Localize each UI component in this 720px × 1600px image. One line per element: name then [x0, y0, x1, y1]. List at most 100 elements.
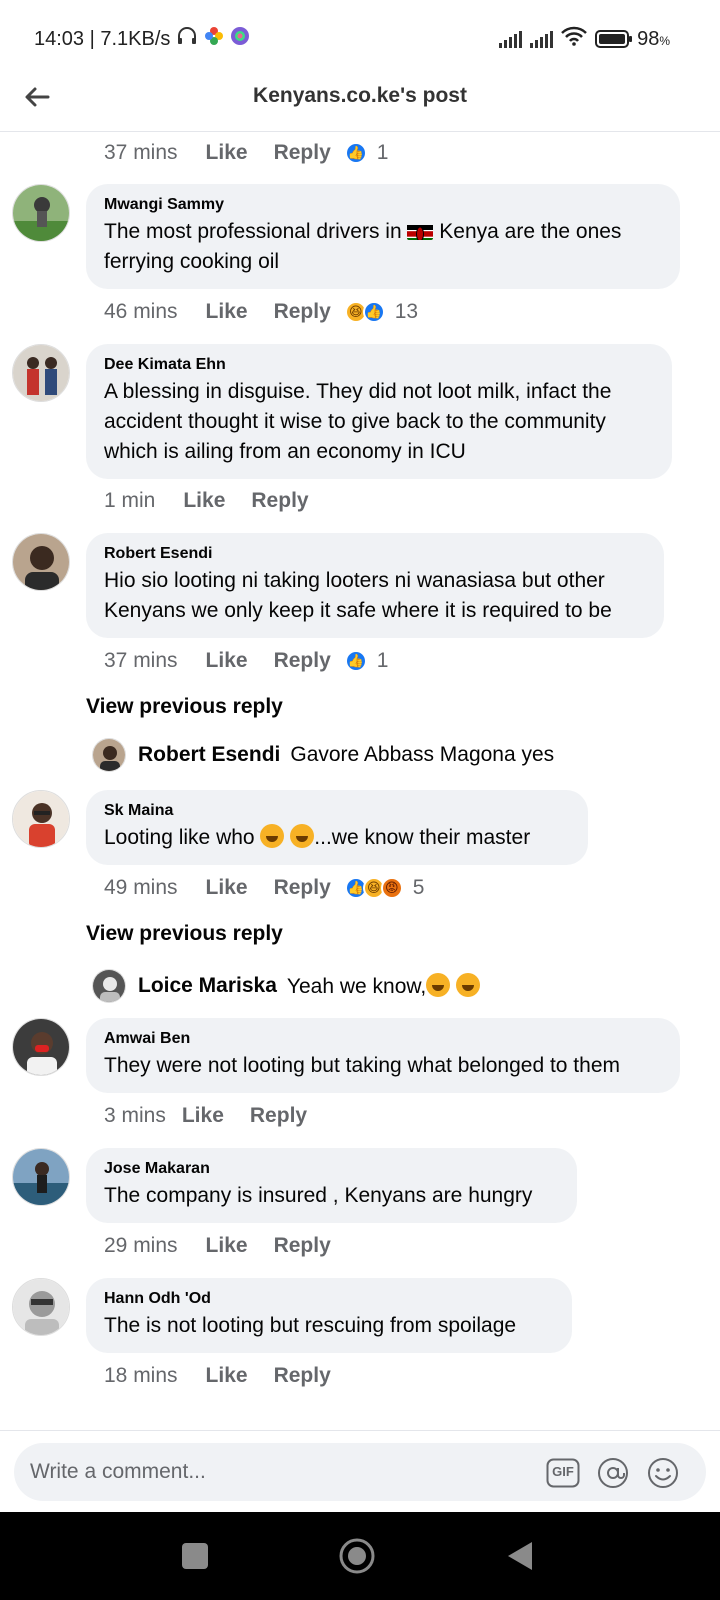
avatar[interactable] [12, 1278, 70, 1336]
avatar[interactable] [92, 969, 126, 1003]
like-reaction-icon: 👍 [362, 301, 385, 323]
emoji-button[interactable] [646, 1456, 680, 1490]
view-previous-reply-link[interactable]: View previous reply [86, 695, 283, 719]
wifi-icon [561, 26, 587, 52]
laughing-emoji [260, 824, 285, 848]
comment-meta: 3 mins Like Reply [104, 1104, 308, 1128]
reactions-summary[interactable]: 👍 [344, 142, 367, 164]
battery-level: 98% [637, 27, 670, 50]
back-nav-icon [508, 1542, 532, 1570]
reply-button[interactable]: Reply [274, 141, 331, 165]
reply-author[interactable]: Loice Mariska [138, 974, 277, 998]
avatar[interactable] [12, 1148, 70, 1206]
like-button[interactable]: Like [182, 1104, 224, 1128]
comment-meta: 18 mins Like Reply [104, 1364, 331, 1388]
avatar[interactable] [12, 344, 70, 402]
comment-bubble[interactable]: Sk Maina Looting like who ...we know the… [86, 790, 588, 865]
status-right: 98% [499, 26, 670, 52]
reply-author[interactable]: Robert Esendi [138, 743, 280, 767]
comment-author[interactable]: Amwai Ben [104, 1030, 662, 1048]
reactions-summary[interactable]: 👍 😆 😡 [344, 877, 403, 899]
like-reaction-icon: 👍 [344, 650, 367, 672]
home-button[interactable] [335, 1534, 379, 1578]
comment-composer: GIF [0, 1430, 720, 1512]
laughing-emoji [426, 973, 451, 997]
like-button[interactable]: Like [206, 141, 248, 165]
comment-input[interactable] [30, 1443, 530, 1501]
avatar[interactable] [12, 533, 70, 591]
comment-author[interactable]: Dee Kimata Ehn [104, 356, 654, 374]
laughing-emoji [290, 824, 315, 848]
angry-reaction-icon: 😡 [380, 877, 403, 899]
reply-text: Yeah we know, [287, 973, 481, 999]
comment-bubble[interactable]: Dee Kimata Ehn A blessing in disguise. T… [86, 344, 672, 479]
battery-icon [595, 30, 633, 48]
avatar[interactable] [92, 738, 126, 772]
like-reaction-icon: 👍 [344, 142, 367, 164]
reply-button[interactable]: Reply [274, 876, 331, 900]
comment-text: They were not looting but taking what be… [104, 1054, 620, 1077]
status-bar: 14:03 | 7.1KB/s 98% [0, 0, 720, 78]
like-button[interactable]: Like [206, 1234, 248, 1258]
avatar[interactable] [12, 184, 70, 242]
comment-author[interactable]: Hann Odh 'Od [104, 1290, 554, 1308]
comment-bubble[interactable]: Mwangi Sammy The most professional drive… [86, 184, 680, 289]
reply-button[interactable]: Reply [274, 649, 331, 673]
recents-button[interactable] [173, 1534, 217, 1578]
reply-preview[interactable]: Loice Mariska Yeah we know, [92, 968, 481, 1004]
avatar[interactable] [12, 790, 70, 848]
system-nav-bar [0, 1512, 720, 1600]
reply-preview[interactable]: Robert Esendi Gavore Abbass Magona yes [92, 737, 554, 773]
photos-icon [204, 26, 224, 52]
like-button[interactable]: Like [206, 876, 248, 900]
comment-meta: 1 min Like Reply [104, 489, 309, 513]
reply-button[interactable]: Reply [274, 1234, 331, 1258]
comment-author[interactable]: Jose Makaran [104, 1160, 559, 1178]
comment-author[interactable]: Sk Maina [104, 802, 570, 820]
recents-icon [182, 1543, 208, 1569]
comment-bubble[interactable]: Hann Odh 'Od The is not looting but resc… [86, 1278, 572, 1353]
page-title: Kenyans.co.ke's post [253, 84, 467, 107]
emoji-icon [648, 1458, 678, 1488]
status-time: 14:03 | 7.1KB/s [34, 27, 171, 50]
like-button[interactable]: Like [206, 649, 248, 673]
view-previous-reply-link[interactable]: View previous reply [86, 922, 283, 946]
comment-bubble[interactable]: Jose Makaran The company is insured , Ke… [86, 1148, 577, 1223]
reply-button[interactable]: Reply [274, 300, 331, 324]
reactions-summary[interactable]: 👍 [344, 650, 367, 672]
like-button[interactable]: Like [206, 1364, 248, 1388]
comment-meta: 29 mins Like Reply [104, 1234, 331, 1258]
reply-button[interactable]: Reply [251, 489, 308, 513]
post-header: Kenyans.co.ke's post [0, 78, 720, 132]
comments-list[interactable]: 37 mins Like Reply 👍 1 Mwangi Sammy The … [0, 132, 720, 1430]
back-nav-button[interactable] [498, 1534, 542, 1578]
comment-text: Hio sio looting ni taking looters ni wan… [104, 569, 612, 622]
avatar[interactable] [12, 1018, 70, 1076]
reply-button[interactable]: Reply [250, 1104, 307, 1128]
mention-button[interactable] [596, 1456, 630, 1490]
comment-meta: 37 mins Like Reply 👍 1 [104, 141, 389, 165]
headphones-icon [176, 26, 198, 52]
comment-text: The is not looting but rescuing from spo… [104, 1314, 517, 1337]
gif-button[interactable]: GIF [546, 1456, 580, 1490]
comment-bubble[interactable]: Amwai Ben They were not looting but taki… [86, 1018, 680, 1093]
mention-icon [598, 1458, 628, 1488]
comment-meta: 49 mins Like Reply 👍 😆 😡 5 [104, 876, 425, 900]
like-button[interactable]: Like [206, 300, 248, 324]
comment-bubble[interactable]: Robert Esendi Hio sio looting ni taking … [86, 533, 664, 638]
laughing-emoji [456, 973, 481, 997]
kenya-flag-emoji [407, 222, 434, 240]
like-button[interactable]: Like [183, 489, 225, 513]
reply-button[interactable]: Reply [274, 1364, 331, 1388]
comment-text: A blessing in disguise. They did not loo… [104, 380, 612, 463]
comment-author[interactable]: Robert Esendi [104, 545, 646, 563]
comment-input-container[interactable]: GIF [14, 1443, 706, 1501]
comment-author[interactable]: Mwangi Sammy [104, 196, 662, 214]
reactions-summary[interactable]: 😆 👍 [344, 301, 385, 323]
home-icon [339, 1538, 375, 1574]
comment-text: The company is insured , Kenyans are hun… [104, 1184, 533, 1207]
reply-text: Gavore Abbass Magona yes [290, 743, 555, 766]
signal-icon [530, 30, 554, 48]
comment-text: Looting like who ...we know their master [104, 824, 531, 849]
comment-meta: 46 mins Like Reply 😆 👍 13 [104, 300, 419, 324]
